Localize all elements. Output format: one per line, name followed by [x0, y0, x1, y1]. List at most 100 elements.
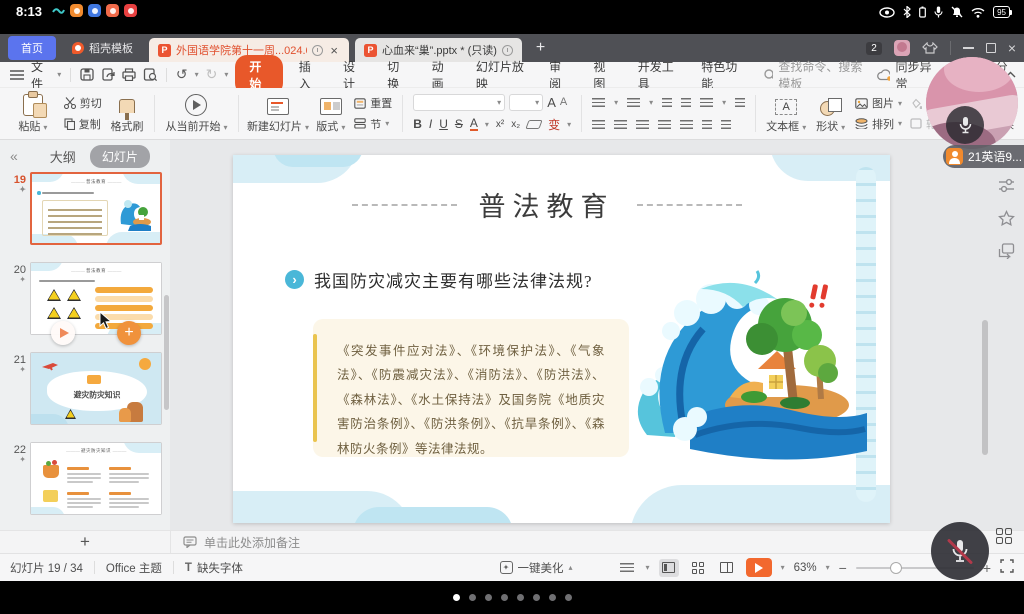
apps-grid-icon[interactable] [996, 528, 1012, 544]
account-avatar[interactable] [894, 40, 910, 56]
thumbnail-play-button[interactable] [51, 321, 75, 345]
play-from-current-button[interactable]: 从当前开始 ▾ [161, 91, 231, 136]
italic-button[interactable]: I [429, 117, 432, 131]
cloud-sync-icon[interactable] [877, 69, 889, 81]
close-window-button[interactable]: × [1008, 40, 1016, 56]
theme-skin-icon[interactable] [922, 42, 938, 54]
command-search[interactable]: 查找命令、搜索模板 [764, 58, 864, 92]
mute-mic-fab[interactable] [931, 522, 989, 580]
undo-icon[interactable]: ↺ [176, 66, 188, 83]
increase-indent-icon[interactable] [681, 98, 691, 107]
picture-button[interactable]: 图片 ▾ [855, 94, 902, 112]
slide-title[interactable]: 普法教育 [479, 185, 615, 224]
current-slide[interactable]: 普法教育 › 我国防灾减灾主要有哪些法律法规? 《突发事件应对法》、《环境保护法… [233, 155, 890, 523]
format-painter-button[interactable]: 格式刷 [106, 91, 149, 136]
export-icon[interactable] [101, 68, 115, 81]
class-name-pill[interactable]: 21英语9... [943, 145, 1024, 168]
distribute-icon[interactable] [680, 120, 693, 129]
align-right-icon[interactable] [636, 120, 649, 129]
bold-button[interactable]: B [413, 117, 422, 131]
clear-format-icon[interactable] [526, 120, 543, 129]
font-color-caret-icon[interactable]: ▾ [485, 120, 489, 129]
zoom-level[interactable]: 63% [794, 562, 817, 574]
maximize-button[interactable] [986, 43, 996, 53]
tab-slides[interactable]: 幻灯片 [90, 145, 150, 168]
collapse-panel-button[interactable]: « [10, 148, 18, 164]
save-icon[interactable] [80, 68, 94, 81]
minimize-button[interactable] [963, 47, 974, 49]
underline-button[interactable]: U [439, 117, 448, 131]
file-menu-caret-icon[interactable]: ▾ [57, 70, 61, 79]
reading-view-button[interactable] [717, 559, 737, 577]
subscript-button[interactable]: x₂ [511, 119, 520, 130]
slide-thumbnail-21[interactable]: 避灾防灾知识 [30, 352, 162, 425]
paste-button[interactable]: 粘贴 ▾ [6, 91, 60, 136]
hamburger-menu-icon[interactable] [10, 70, 24, 80]
settings-sliders-icon[interactable] [998, 178, 1015, 193]
tab-home[interactable]: 首页 [8, 36, 56, 60]
reset-button[interactable]: 重置 [354, 94, 392, 112]
increase-font-button[interactable]: A [547, 95, 556, 110]
tab-docer-templates[interactable]: 稻壳模板 [62, 36, 143, 60]
beautify-button[interactable]: ✦ 一键美化 ▴ [500, 560, 573, 576]
zoom-caret-icon[interactable]: ▾ [826, 563, 830, 572]
text-effect-caret-icon[interactable]: ▾ [567, 120, 571, 129]
slideshow-play-button[interactable] [746, 558, 772, 577]
undo-caret-icon[interactable]: ▾ [195, 70, 199, 79]
arrange-button[interactable]: 排列 ▾ [855, 115, 902, 133]
switch-windows-icon[interactable] [998, 243, 1015, 259]
section-button[interactable]: 节 ▾ [354, 115, 392, 133]
slide-sorter-view-button[interactable] [688, 559, 708, 577]
slide-thumbnail-20[interactable]: — — — 普法教育 — — — + [30, 262, 162, 335]
normal-view-button[interactable] [659, 559, 679, 577]
copy-button[interactable]: 复制 [64, 115, 102, 133]
zoom-slider-thumb[interactable] [890, 562, 902, 574]
webcam-mic-button[interactable] [946, 106, 984, 144]
cut-button[interactable]: 剪切 [64, 94, 102, 112]
missing-font-label[interactable]: 缺失字体 [197, 560, 243, 576]
align-left-icon[interactable] [592, 120, 605, 129]
print-preview-icon[interactable] [143, 68, 157, 81]
zoom-out-button[interactable]: − [839, 560, 847, 576]
play-caret-icon[interactable]: ▾ [781, 563, 785, 572]
font-name-combobox[interactable]: ▾ [413, 94, 505, 111]
panel-scrollbar[interactable] [164, 295, 169, 410]
slide-body-box[interactable]: 《突发事件应对法》、《环境保护法》、《气象法》、《防震减灾法》、《消防法》、《防… [313, 319, 629, 457]
notes-toggle-caret-icon[interactable]: ▾ [646, 563, 650, 572]
thumbnail-add-slide-button[interactable]: + [117, 321, 141, 345]
slide-question-row[interactable]: › 我国防灾减灾主要有哪些法律法规? [285, 267, 593, 292]
notes-toggle-button[interactable] [617, 559, 637, 577]
fit-slide-button[interactable] [1000, 559, 1014, 576]
add-slide-button[interactable]: + [0, 531, 170, 553]
decrease-indent-icon[interactable] [662, 98, 672, 107]
text-effect-button[interactable]: 变 [548, 116, 560, 133]
decrease-font-button[interactable]: A [560, 96, 567, 108]
new-slide-button[interactable]: 新建幻灯片 ▾ [245, 91, 312, 136]
redo-icon[interactable]: ↻ [206, 66, 218, 83]
align-center-icon[interactable] [614, 120, 627, 129]
tab-count-badge[interactable]: 2 [866, 42, 882, 55]
numbered-caret-icon[interactable]: ▾ [649, 98, 653, 107]
text-direction-icon[interactable] [700, 98, 713, 107]
star-icon[interactable] [998, 210, 1015, 226]
superscript-button[interactable]: x² [496, 119, 504, 130]
layout-button[interactable]: 版式 ▾ [311, 91, 350, 136]
numbered-list-icon[interactable] [627, 98, 640, 107]
slide-thumbnail-19[interactable]: — — — 普法教育 — — — [30, 172, 162, 245]
print-icon[interactable] [122, 68, 136, 81]
text-direction-caret-icon[interactable]: ▾ [722, 98, 726, 107]
canvas-scrollbar[interactable] [982, 320, 988, 455]
text-box-button[interactable]: A 文本框 ▾ [762, 91, 810, 136]
shapes-button[interactable]: 形状 ▾ [810, 91, 851, 136]
font-color-button[interactable]: A [470, 118, 478, 131]
bullet-list-icon[interactable] [592, 98, 605, 107]
notes-bar[interactable]: 单击此处添加备注 [170, 531, 1024, 553]
justify-icon[interactable] [658, 120, 671, 129]
font-size-combobox[interactable]: ▾ [509, 94, 543, 111]
theme-label[interactable]: Office 主题 [106, 560, 162, 576]
slide-thumbnail-22[interactable]: — — — 避灾防灾知识 — — — [30, 442, 162, 515]
slide-counter[interactable]: 幻灯片 19 / 34 [10, 560, 83, 576]
columns-icon[interactable] [702, 120, 712, 129]
file-menu[interactable]: 文件 [31, 58, 50, 92]
strikethrough-button[interactable]: S [455, 117, 463, 131]
